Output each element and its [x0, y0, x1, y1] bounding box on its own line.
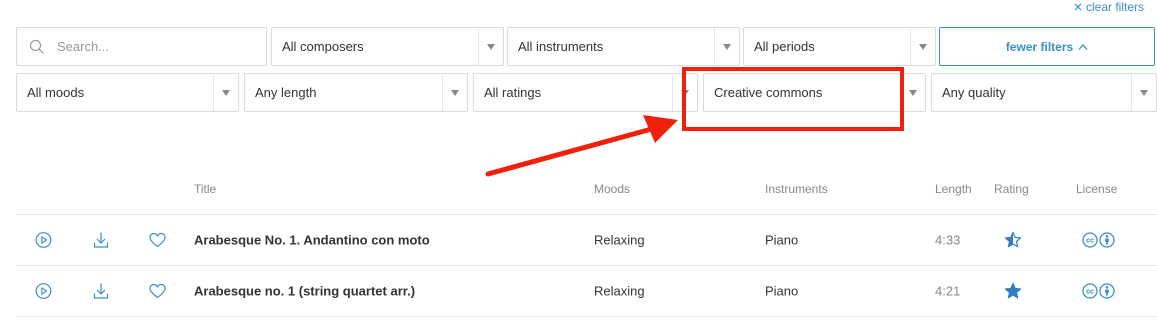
track-instrument: Piano	[765, 232, 799, 248]
clear-filters-label: clear filters	[1086, 0, 1145, 14]
attribution-icon	[1099, 232, 1115, 248]
close-icon	[1074, 3, 1082, 11]
cc-icon: cc	[1082, 283, 1098, 299]
caret-down-icon	[479, 43, 503, 50]
cc-icon: cc	[1082, 232, 1098, 248]
caret-down-icon	[673, 89, 697, 96]
ratings-select-value: All ratings	[484, 85, 542, 100]
moods-select[interactable]: All moods	[16, 73, 239, 112]
chevron-up-icon	[1078, 43, 1088, 50]
track-instrument: Piano	[765, 283, 799, 299]
attribution-icon	[1099, 283, 1115, 299]
quality-select-value: Any quality	[942, 85, 1006, 100]
table-row[interactable]: Arabesque No. 1. Andantino con moto Rela…	[0, 215, 1157, 265]
half-star-icon	[1004, 231, 1022, 249]
download-icon[interactable]	[93, 283, 109, 300]
quality-select[interactable]: Any quality	[931, 73, 1157, 112]
periods-select-value: All periods	[754, 39, 815, 54]
length-select-value: Any length	[255, 85, 317, 100]
column-header-instruments[interactable]: Instruments	[765, 182, 828, 196]
caret-down-icon	[715, 43, 739, 50]
caret-down-icon	[214, 89, 238, 96]
track-title-link[interactable]: Arabesque no. 1 (string quartet arr.)	[194, 284, 415, 299]
track-length: 4:21	[935, 283, 961, 299]
column-header-moods[interactable]: Moods	[594, 182, 630, 196]
track-title-link[interactable]: Arabesque No. 1. Andantino con moto	[194, 233, 430, 248]
license-badges[interactable]: cc	[1082, 232, 1115, 248]
composers-select[interactable]: All composers	[271, 27, 504, 66]
ratings-select[interactable]: All ratings	[473, 73, 698, 112]
caret-down-icon	[1132, 89, 1156, 96]
heart-icon[interactable]	[149, 232, 166, 248]
column-header-license[interactable]: License	[1076, 182, 1117, 196]
heart-icon[interactable]	[149, 283, 166, 299]
license-select-value: Creative commons	[714, 85, 823, 100]
download-icon[interactable]	[93, 232, 109, 249]
play-icon[interactable]	[35, 283, 52, 300]
moods-select-value: All moods	[27, 85, 85, 100]
caret-down-icon	[901, 89, 925, 96]
search-field[interactable]	[16, 27, 267, 66]
column-header-rating[interactable]: Rating	[994, 182, 1029, 196]
column-header-title[interactable]: Title	[194, 182, 216, 196]
instruments-select[interactable]: All instruments	[507, 27, 740, 66]
full-star-icon	[1004, 282, 1022, 300]
license-select[interactable]: Creative commons	[703, 73, 926, 112]
column-header-length[interactable]: Length	[935, 182, 972, 196]
play-icon[interactable]	[35, 232, 52, 249]
periods-select[interactable]: All periods	[743, 27, 936, 66]
annotation-arrow	[485, 115, 678, 177]
track-mood: Relaxing	[594, 232, 645, 248]
length-select[interactable]: Any length	[244, 73, 468, 112]
license-badges[interactable]: cc	[1082, 283, 1115, 299]
table-divider	[16, 316, 1157, 317]
table-row[interactable]: Arabesque no. 1 (string quartet arr.) Re…	[0, 266, 1157, 316]
svg-text:cc: cc	[1086, 238, 1094, 245]
composers-select-value: All composers	[282, 39, 364, 54]
search-input[interactable]	[57, 39, 247, 54]
track-length: 4:33	[935, 232, 961, 248]
clear-filters-link[interactable]: clear filters	[1074, 0, 1144, 14]
track-mood: Relaxing	[594, 283, 645, 299]
caret-down-icon	[911, 43, 935, 50]
svg-text:cc: cc	[1086, 289, 1094, 296]
fewer-filters-button[interactable]: fewer filters	[939, 27, 1155, 66]
instruments-select-value: All instruments	[518, 39, 604, 54]
caret-down-icon	[443, 89, 467, 96]
search-icon	[29, 39, 49, 55]
fewer-filters-label: fewer filters	[1005, 39, 1074, 54]
